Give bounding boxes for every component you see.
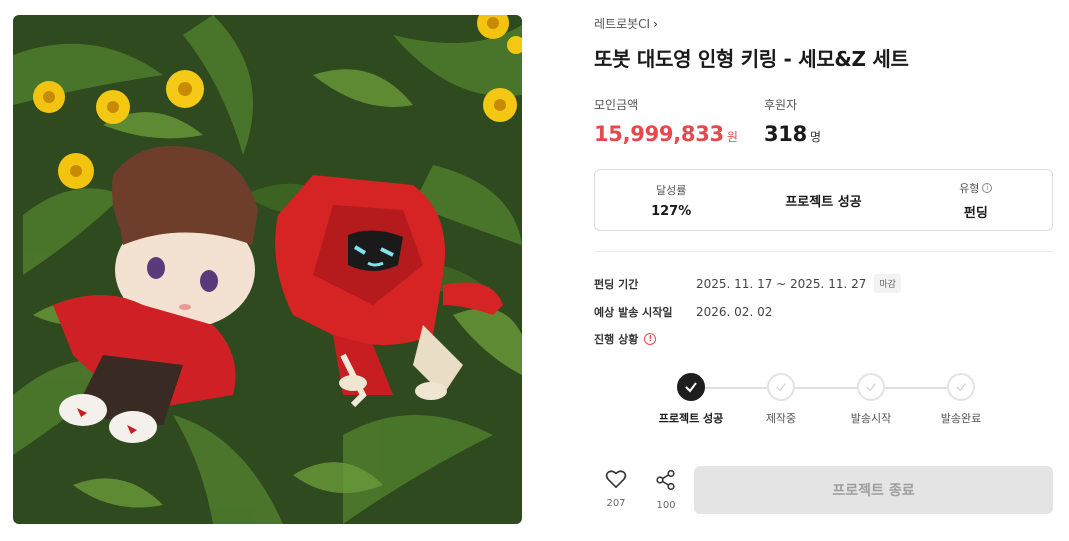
funding-period-row: 펀딩 기간 2025. 11. 17 ~ 2025. 11. 27 마감	[594, 274, 901, 293]
progress-status-label: 진행 상황	[594, 333, 639, 346]
check-icon	[947, 373, 975, 401]
project-ended-button[interactable]: 프로젝트 종료	[694, 466, 1053, 514]
heart-icon	[605, 469, 627, 493]
progress-status-row: 진행 상황 !	[594, 331, 657, 347]
project-title: 또봇 대도영 인형 키링 - 세모&Z 세트	[594, 47, 909, 71]
like-count: 207	[606, 498, 626, 509]
achievement-rate: 달성률 127%	[595, 182, 747, 219]
project-status: 프로젝트 성공	[747, 191, 899, 210]
info-icon[interactable]: i	[982, 182, 993, 193]
chevron-right-icon: ›	[653, 16, 658, 31]
step-shipping-complete: 발송완료	[916, 373, 1006, 426]
funding-period-label: 펀딩 기간	[594, 277, 639, 291]
achievement-rate-value: 127%	[651, 203, 692, 219]
funded-amount-unit: 원	[726, 130, 738, 144]
step-project-success: 프로젝트 성공	[646, 373, 736, 426]
funded-amount: 모인금액 15,999,833 원	[594, 96, 738, 146]
project-type-value: 펀딩	[963, 205, 988, 221]
creator-name: 레트로봇CI	[594, 17, 651, 31]
project-summary-box: 달성률 127% 프로젝트 성공 유형 i 펀딩	[594, 169, 1053, 231]
backers-value: 318	[764, 122, 807, 146]
section-divider	[594, 251, 1054, 252]
like-button[interactable]: 207	[601, 469, 631, 509]
backers-count: 후원자 318 명	[764, 96, 821, 146]
share-icon	[655, 469, 677, 495]
check-icon	[677, 373, 705, 401]
funded-amount-value: 15,999,833	[594, 122, 724, 146]
closed-badge: 마감	[874, 274, 901, 293]
shipping-date-value: 2026. 02. 02	[696, 305, 773, 319]
funded-amount-label: 모인금액	[594, 98, 639, 112]
shipping-date-label: 예상 발송 시작일	[594, 306, 673, 319]
share-button[interactable]: 100	[651, 469, 681, 511]
project-type-label: 유형	[959, 181, 980, 195]
step-shipping-started: 발송시작	[826, 373, 916, 426]
creator-link[interactable]: 레트로봇CI ›	[594, 15, 658, 32]
share-count: 100	[656, 500, 676, 511]
project-status-value: 프로젝트 성공	[785, 194, 862, 210]
product-image[interactable]	[13, 15, 522, 524]
backers-label: 후원자	[764, 98, 798, 112]
alert-icon[interactable]: !	[644, 333, 657, 345]
step-label: 프로젝트 성공	[658, 412, 724, 425]
product-photo	[13, 15, 522, 524]
check-icon	[857, 373, 885, 401]
step-in-production: 제작중	[736, 373, 826, 426]
shipping-date-row: 예상 발송 시작일 2026. 02. 02	[594, 304, 772, 320]
backers-unit: 명	[809, 130, 821, 144]
progress-stepper: 프로젝트 성공 제작중 발송시작 발송완료	[646, 373, 996, 433]
step-label: 제작중	[765, 412, 797, 425]
funding-period-value: 2025. 11. 17 ~ 2025. 11. 27	[696, 276, 867, 291]
project-type: 유형 i 펀딩	[900, 180, 1052, 221]
check-icon	[767, 373, 795, 401]
step-label: 발송완료	[940, 412, 982, 425]
achievement-rate-label: 달성률	[655, 183, 687, 197]
step-label: 발송시작	[850, 412, 892, 425]
